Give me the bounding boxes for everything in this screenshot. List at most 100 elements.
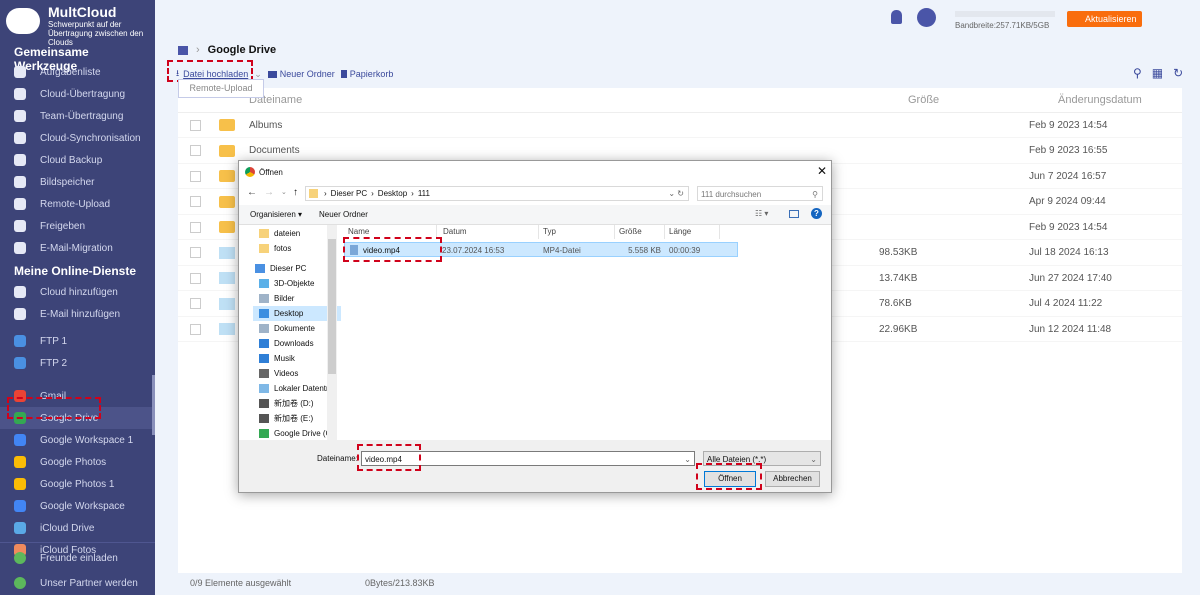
become-partner[interactable]: Unser Partner werden xyxy=(0,572,155,594)
column-type[interactable]: Typ xyxy=(539,225,615,239)
table-row[interactable]: Albums Feb 9 2023 14:54 xyxy=(178,113,1182,138)
trash-button[interactable]: Papierkorb xyxy=(350,69,394,79)
nav-item-tool[interactable]: Cloud-Übertragung xyxy=(0,83,155,105)
nav-item-service[interactable]: Google Photos 1 xyxy=(0,473,155,495)
tree-item-label: 新加卷 (E:) xyxy=(274,414,314,423)
service-icon xyxy=(14,434,26,446)
nav-item-tool[interactable]: Team-Übertragung xyxy=(0,105,155,127)
upgrade-button[interactable]: Aktualisieren xyxy=(1067,11,1142,27)
sidebar-scrollbar[interactable] xyxy=(152,375,155,435)
column-length[interactable]: Länge xyxy=(665,225,720,239)
search-input[interactable]: 111 durchsuchen ⚲ xyxy=(697,186,823,201)
refresh-icon[interactable]: ⌄ ↻ xyxy=(668,189,684,198)
row-date: Feb 9 2023 14:54 xyxy=(1029,119,1108,131)
tool-icon xyxy=(14,110,26,122)
back-icon[interactable]: ← xyxy=(247,187,257,198)
home-icon[interactable] xyxy=(178,45,188,55)
path-segment[interactable]: 111 xyxy=(418,189,430,198)
row-checkbox[interactable] xyxy=(190,119,201,131)
logo[interactable]: MultCloud Schwerpunkt auf der Übertragun… xyxy=(6,4,158,47)
highlight-filename xyxy=(357,444,421,471)
up-icon[interactable]: ↑ xyxy=(293,187,298,198)
column-size[interactable]: Größe xyxy=(615,225,665,239)
nav-label: iCloud Drive xyxy=(40,522,95,534)
view-options-icon[interactable]: ☷ ▾ xyxy=(755,209,768,218)
nav-item-service[interactable]: E-Mail hinzufügen xyxy=(0,303,155,325)
nav-item-tool[interactable]: Freigeben xyxy=(0,215,155,237)
nav-item-service[interactable]: Google Workspace 1 xyxy=(0,429,155,451)
tree-item-icon xyxy=(259,294,269,303)
cancel-button[interactable]: Abbrechen xyxy=(765,471,820,487)
new-folder-button[interactable]: Neuer Ordner xyxy=(280,69,335,79)
forward-icon[interactable]: → xyxy=(264,187,274,198)
tree-item-icon xyxy=(259,399,269,408)
nav-item-tool[interactable]: Bildspeicher xyxy=(0,171,155,193)
recent-icon[interactable]: ⌄ xyxy=(281,188,287,196)
nav-item-service[interactable]: FTP 1 xyxy=(0,330,155,352)
grid-view-icon[interactable]: ▦ xyxy=(1152,66,1163,80)
row-size: 22.96KB xyxy=(879,323,918,335)
folder-icon xyxy=(219,195,235,208)
remote-upload-option[interactable]: Remote-Upload xyxy=(178,79,264,98)
nav-label: E-Mail hinzufügen xyxy=(40,308,121,320)
image-icon xyxy=(219,246,235,259)
dialog-titlebar: Öffnen ✕ xyxy=(239,161,831,183)
refresh-icon[interactable]: ↻ xyxy=(1173,66,1183,80)
nav-item-tool[interactable]: Cloud-Synchronisation xyxy=(0,127,155,149)
row-checkbox[interactable] xyxy=(190,323,201,335)
nav-item-tool[interactable]: E-Mail-Migration xyxy=(0,237,155,259)
nav-item-service[interactable]: Google Workspace xyxy=(0,495,155,517)
search-icon: ⚲ xyxy=(812,190,818,199)
preview-pane-icon[interactable] xyxy=(789,210,799,218)
organize-button[interactable]: Organisieren ▾ xyxy=(250,210,302,219)
search-icon[interactable]: ⚲ xyxy=(1133,66,1142,80)
filename-label: Dateiname: xyxy=(317,454,358,463)
header-name[interactable]: Dateiname xyxy=(249,94,908,106)
row-size: 13.74KB xyxy=(879,272,918,284)
nav-label: Google Photos 1 xyxy=(40,478,115,490)
image-icon xyxy=(219,272,235,284)
nav-item-tool[interactable]: Remote-Upload xyxy=(0,193,155,215)
service-icon xyxy=(14,286,26,298)
service-icon xyxy=(14,357,26,369)
new-folder-button[interactable]: Neuer Ordner xyxy=(319,210,368,219)
nav-item-service[interactable]: FTP 2 xyxy=(0,352,155,374)
cancel-label: Abbrechen xyxy=(773,474,812,483)
tree-item-label: Musik xyxy=(274,354,295,363)
bell-icon[interactable] xyxy=(891,10,902,24)
row-name[interactable]: Albums xyxy=(249,120,879,131)
row-checkbox[interactable] xyxy=(190,272,201,284)
nav-item-service[interactable]: Cloud hinzufügen xyxy=(0,281,155,303)
help-icon[interactable]: ? xyxy=(811,208,822,219)
file-date: 23.07.2024 16:53 xyxy=(442,246,505,255)
path-segment[interactable]: Desktop xyxy=(378,189,407,198)
tree-scrollbar[interactable] xyxy=(327,225,337,440)
row-checkbox[interactable] xyxy=(190,170,201,182)
nav-item-service[interactable]: iCloud Drive xyxy=(0,517,155,539)
path-segment[interactable]: Dieser PC xyxy=(331,189,367,198)
close-icon[interactable]: ✕ xyxy=(817,164,827,178)
header-size[interactable]: Größe xyxy=(908,94,1058,106)
service-icon xyxy=(14,308,26,320)
column-date[interactable]: Datum xyxy=(439,225,539,239)
invite-friends[interactable]: Freunde einladen xyxy=(0,547,155,569)
nav-item-service[interactable]: Google Photos xyxy=(0,451,155,473)
folder-icon xyxy=(219,119,235,131)
address-bar[interactable]: › Dieser PC › Desktop › 111 ⌄ ↻ xyxy=(305,186,689,201)
row-checkbox[interactable] xyxy=(190,196,201,207)
row-date: Jun 7 2024 16:57 xyxy=(1029,170,1107,182)
row-checkbox[interactable] xyxy=(190,298,201,309)
row-checkbox[interactable] xyxy=(190,247,201,258)
open-file-dialog: Öffnen ✕ ← → ⌄ ↑ › Dieser PC › Desktop › 1… xyxy=(238,160,832,493)
row-checkbox[interactable] xyxy=(190,145,201,156)
nav-item-tool[interactable]: Cloud Backup xyxy=(0,149,155,171)
header-date[interactable]: Änderungsdatum xyxy=(1058,94,1142,106)
nav-item-tool[interactable]: Aufgabenliste xyxy=(0,61,155,83)
size-status: 0Bytes/213.83KB xyxy=(365,578,435,588)
row-checkbox[interactable] xyxy=(190,221,201,233)
avatar[interactable] xyxy=(917,8,936,27)
row-name[interactable]: Documents xyxy=(249,145,879,156)
file-length: 00:00:39 xyxy=(669,246,701,255)
bandwidth-bar xyxy=(955,11,1055,17)
chevron-down-icon[interactable]: ⌄ xyxy=(254,69,262,80)
